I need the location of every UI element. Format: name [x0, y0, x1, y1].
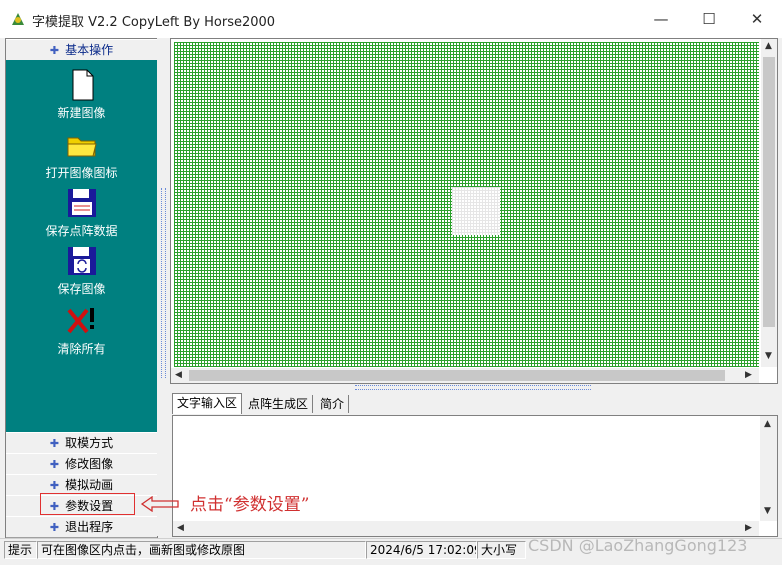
tab-bar: 文字输入区 点阵生成区 简介: [170, 393, 776, 414]
canvas-horizontal-scrollbar[interactable]: ◀ ▶: [171, 368, 759, 383]
scroll-right-icon[interactable]: ▶: [745, 523, 752, 533]
expand-icon: ✚: [49, 437, 60, 450]
save-dot-matrix-button[interactable]: 保存点阵数据: [6, 186, 157, 239]
scroll-down-icon[interactable]: ▼: [765, 351, 772, 361]
save-floppy-icon: [67, 189, 96, 217]
highlight-box: [40, 493, 135, 515]
text-horizontal-scrollbar[interactable]: ◀ ▶: [173, 521, 759, 536]
tool-label: 清除所有: [57, 342, 106, 356]
new-image-button[interactable]: 新建图像: [6, 68, 157, 121]
clear-all-icon: [66, 308, 94, 334]
close-button[interactable]: ✕: [734, 6, 780, 32]
drawing-area[interactable]: [452, 187, 500, 235]
scroll-thumb[interactable]: [763, 57, 775, 327]
scroll-right-icon[interactable]: ▶: [745, 370, 752, 380]
splitter-grip[interactable]: [161, 188, 166, 378]
window-title: 字模提取 V2.2 CopyLeft By Horse2000: [32, 15, 276, 30]
left-arrow-icon: [140, 496, 179, 512]
save-image-button[interactable]: 保存图像: [6, 244, 157, 297]
scroll-thumb[interactable]: [189, 370, 725, 381]
annotation-text: 点击“参数设置”: [190, 495, 310, 515]
group-label: 基本操作: [65, 43, 114, 57]
watermark: CSDN @LaoZhangGong123: [528, 536, 748, 555]
canvas-vertical-scrollbar[interactable]: ▲ ▼: [761, 39, 777, 367]
expand-icon: ✚: [49, 44, 60, 57]
group-modulo-mode[interactable]: ✚ 取模方式: [6, 432, 157, 454]
group-label: 模拟动画: [65, 478, 114, 492]
scroll-up-icon[interactable]: ▲: [765, 41, 772, 51]
tool-label: 打开图像图标: [45, 166, 118, 180]
group-exit-program[interactable]: ✚ 退出程序: [6, 516, 157, 538]
expand-icon: ✚: [49, 458, 60, 471]
title-bar: 字模提取 V2.2 CopyLeft By Horse2000 — ☐ ✕: [0, 0, 782, 38]
open-folder-icon: [67, 137, 97, 157]
image-canvas-panel: ▲ ▼ ◀ ▶: [170, 38, 778, 384]
horizontal-splitter[interactable]: [170, 383, 776, 392]
group-label: 取模方式: [65, 436, 114, 450]
tab-about[interactable]: 简介: [316, 395, 350, 413]
tool-panel: 新建图像 打开图像图标 保存点阵数据 保存图像 清除所有: [6, 60, 157, 432]
expand-icon: ✚: [49, 479, 60, 492]
vertical-splitter[interactable]: [157, 38, 169, 536]
text-input-area[interactable]: ▲ ▼ ◀ ▶: [172, 415, 778, 537]
scroll-up-icon[interactable]: ▲: [764, 419, 771, 429]
new-document-icon: [72, 69, 93, 101]
save-image-icon: [67, 247, 96, 275]
open-image-button[interactable]: 打开图像图标: [6, 128, 157, 181]
app-icon: [12, 13, 24, 25]
pixel-grid[interactable]: [174, 42, 759, 367]
tab-dot-matrix[interactable]: 点阵生成区: [244, 395, 314, 413]
clear-all-button[interactable]: 清除所有: [6, 304, 157, 357]
sidebar: ✚ 基本操作 新建图像 打开图像图标 保存点阵数据 保存图像 清除所有 ✚ 取模…: [5, 38, 158, 538]
tab-text-input[interactable]: 文字输入区: [172, 393, 243, 414]
splitter-grip[interactable]: [355, 385, 591, 390]
status-hint-text: 可在图像区内点击，画新图或修改原图: [37, 541, 366, 559]
group-label: 修改图像: [65, 457, 114, 471]
status-hint-label: 提示: [4, 541, 37, 559]
group-modify-image[interactable]: ✚ 修改图像: [6, 453, 157, 475]
minimize-button[interactable]: —: [638, 6, 684, 32]
status-datetime: 2024/6/5 17:02:09: [366, 541, 477, 559]
tool-label: 保存图像: [57, 282, 106, 296]
group-basic-operations[interactable]: ✚ 基本操作: [6, 39, 157, 61]
maximize-button[interactable]: ☐: [686, 6, 732, 32]
tool-label: 保存点阵数据: [45, 224, 118, 238]
tool-label: 新建图像: [57, 106, 106, 120]
text-vertical-scrollbar[interactable]: ▲ ▼: [760, 416, 777, 521]
status-case: 大小写: [477, 541, 526, 559]
scroll-down-icon[interactable]: ▼: [764, 506, 771, 516]
scroll-left-icon[interactable]: ◀: [177, 523, 184, 533]
expand-icon: ✚: [49, 521, 60, 534]
scroll-left-icon[interactable]: ◀: [175, 370, 182, 380]
group-label: 退出程序: [65, 520, 114, 534]
